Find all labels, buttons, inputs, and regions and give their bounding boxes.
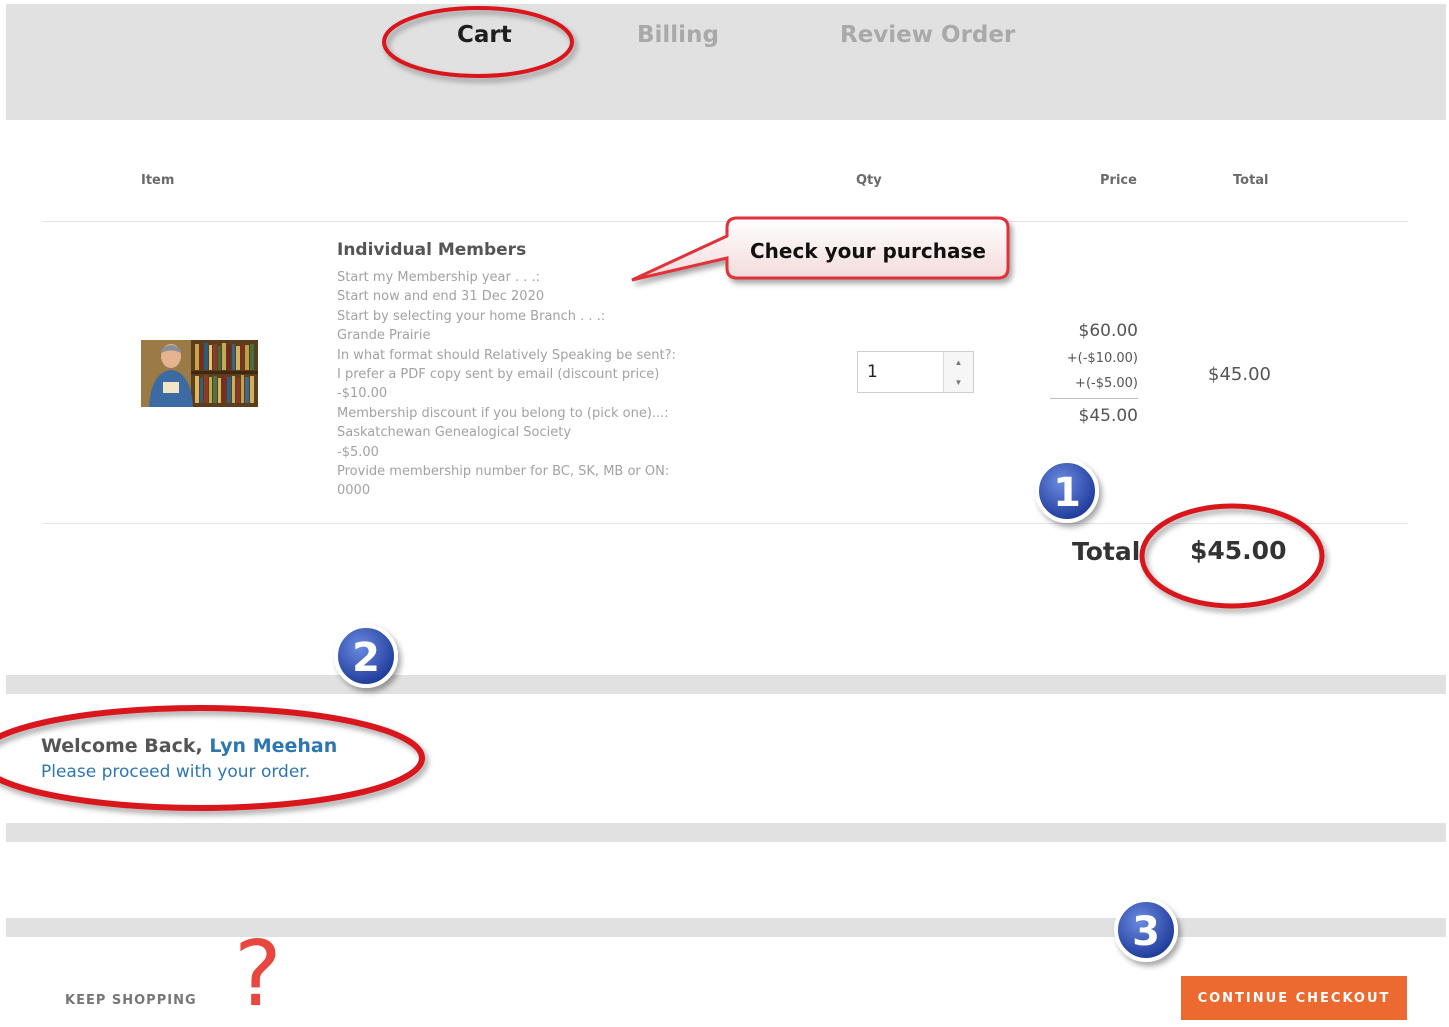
badge-number: 2 [352, 635, 380, 681]
question-mark-icon: ? [234, 922, 282, 1027]
badge-numerals: 1 2 3 [352, 470, 1160, 955]
badge-number: 3 [1132, 909, 1160, 955]
badge-number: 1 [1053, 470, 1081, 516]
callout-text: Check your purchase [750, 239, 986, 263]
